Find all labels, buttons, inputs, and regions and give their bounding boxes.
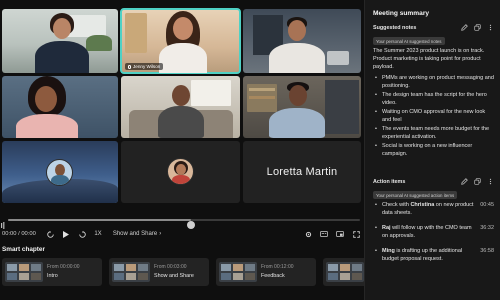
chapter-start-time: From 00:12:00 — [261, 264, 294, 270]
participant-name-tag: Jenny Wilson — [125, 63, 164, 70]
edit-icon[interactable] — [461, 178, 468, 185]
summary-bullet: PMMs are working on product messaging an… — [373, 74, 494, 90]
meeting-summary-panel: Meeting summary Suggested notes Your per… — [364, 0, 500, 300]
summary-bullet: The design team has the script for the h… — [373, 91, 494, 107]
chapter-card[interactable]: From 00:00:00 Intro — [2, 258, 102, 286]
video-tile-1[interactable] — [2, 9, 118, 73]
progress-fill — [8, 219, 192, 221]
chapter-label: Feedback — [261, 273, 285, 279]
chapter-list: From 00:00:00 Intro From 00:03:00 Show a… — [0, 258, 364, 288]
video-tile-3[interactable] — [243, 9, 361, 73]
fullscreen-icon[interactable] — [348, 227, 364, 241]
show-and-share-button[interactable]: Show and Share › — [106, 227, 168, 241]
forward-icon[interactable] — [74, 227, 90, 241]
assignee-name: Raj — [382, 225, 391, 231]
chapter-card[interactable]: From 00:03:00 Show and Share — [109, 258, 209, 286]
more-options-icon[interactable] — [487, 178, 494, 185]
chapter-start-time: From 00:03:00 — [154, 264, 187, 270]
action-timestamp[interactable]: 36:32 — [480, 224, 494, 232]
summary-text: The Summer 2023 product launch is on tra… — [373, 48, 485, 71]
captions-icon[interactable] — [316, 227, 332, 241]
action-text: is drafting up the additional budget pro… — [382, 248, 463, 263]
summary-bullet: Waiting on CMO approval for the new look… — [373, 108, 494, 124]
summary-bullets: PMMs are working on product messaging an… — [373, 74, 494, 159]
chapter-label: Show and Share — [154, 273, 194, 279]
play-icon[interactable] — [58, 227, 74, 241]
progress-track[interactable] — [8, 219, 360, 229]
microphone-icon — [128, 64, 131, 69]
chapter-label: Intro — [47, 273, 58, 279]
copy-icon[interactable] — [474, 24, 481, 31]
video-stage: Jenny Wilson Loretta Martin 00:00 / 00:0… — [0, 0, 364, 300]
playback-controls: 00:00 / 00:00 1X Show and Share › — [0, 227, 364, 241]
volume-icon[interactable] — [1, 216, 5, 229]
video-tile-2[interactable]: Jenny Wilson — [120, 8, 241, 74]
action-item: Ming is drafting up the additional budge… — [373, 247, 494, 263]
layout-icon[interactable] — [332, 227, 348, 241]
video-tile-4[interactable] — [2, 76, 118, 138]
video-tile-9[interactable]: Loretta Martin — [243, 141, 361, 203]
copy-icon[interactable] — [474, 178, 481, 185]
playback-timeline[interactable] — [0, 213, 364, 229]
avatar — [46, 159, 73, 186]
action-item: Check with Christina on new product data… — [373, 201, 494, 217]
participant-name: Jenny Wilson — [133, 64, 161, 69]
video-tile-7[interactable] — [2, 141, 118, 203]
video-tile-5[interactable] — [121, 76, 240, 138]
chapter-thumbnail — [112, 262, 150, 282]
action-text: Check with — [382, 202, 411, 208]
action-items-title: Action items — [373, 179, 406, 185]
show-and-share-label: Show and Share — [112, 231, 158, 237]
participant-name: Loretta Martin — [266, 166, 338, 178]
summary-bullet: The events team needs more budget for th… — [373, 125, 494, 141]
chapter-thumbnail — [326, 262, 364, 282]
edit-icon[interactable] — [461, 24, 468, 31]
assignee-name: Ming — [382, 248, 395, 254]
smart-chapter-title: Smart chapter — [2, 246, 45, 253]
ai-actions-badge: Your personal AI suggested action items — [373, 191, 458, 199]
action-text: will follow up with the CMO team on appr… — [382, 225, 472, 240]
ai-notes-badge: Your personal AI suggested notes — [373, 37, 445, 45]
settings-icon[interactable] — [300, 227, 316, 241]
chevron-right-icon: › — [159, 231, 162, 237]
chapter-card[interactable]: From 00:12:00 Feedback — [216, 258, 316, 286]
summary-bullet: Social is working on a new influencer ca… — [373, 142, 494, 158]
action-timestamp[interactable]: 36:58 — [480, 247, 494, 255]
video-tile-8[interactable] — [121, 141, 240, 203]
more-options-icon[interactable] — [487, 24, 494, 31]
panel-title: Meeting summary — [373, 10, 430, 17]
chapter-card-partial[interactable] — [323, 258, 364, 286]
time-display: 00:00 / 00:00 — [2, 231, 36, 237]
chapter-thumbnail — [5, 262, 43, 282]
chapter-thumbnail — [219, 262, 257, 282]
video-tile-6[interactable] — [243, 76, 361, 138]
action-timestamp[interactable]: 00:45 — [480, 201, 494, 209]
action-item: Raj will follow up with the CMO team on … — [373, 224, 494, 240]
speed-button[interactable]: 1X — [90, 227, 106, 241]
rewind-icon[interactable] — [42, 227, 58, 241]
chapter-start-time: From 00:00:00 — [47, 264, 80, 270]
assignee-name: Christina — [410, 202, 435, 208]
avatar — [167, 158, 194, 185]
suggested-notes-title: Suggested notes — [373, 25, 417, 31]
